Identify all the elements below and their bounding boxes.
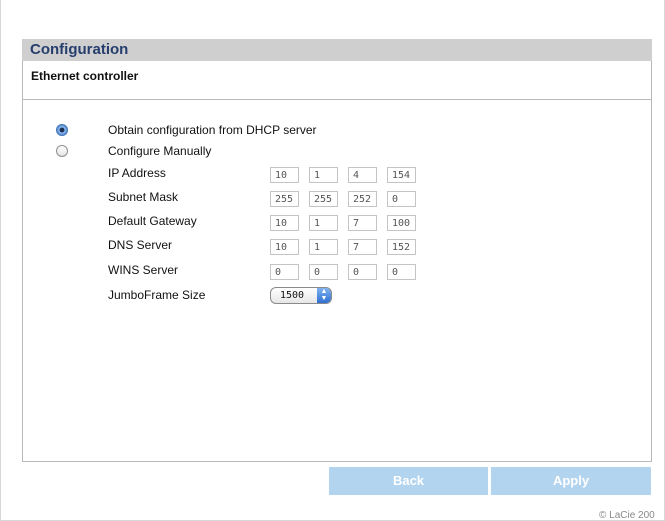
dns-server-octet-4[interactable]: 152 [387, 239, 416, 255]
ip-address-octet-2[interactable]: 1 [309, 167, 338, 183]
wins-server-octet-1[interactable]: 0 [270, 264, 299, 280]
subnet-mask-octet-1[interactable]: 255 [270, 191, 299, 207]
manual-radio[interactable] [56, 145, 68, 157]
dhcp-radio[interactable] [56, 124, 68, 136]
ip-address-label: IP Address [108, 166, 166, 180]
default-gateway-octet-4[interactable]: 100 [387, 215, 416, 231]
dhcp-label: Obtain configuration from DHCP server [108, 123, 317, 137]
subnet-mask-octet-2[interactable]: 255 [309, 191, 338, 207]
back-button[interactable]: Back [329, 467, 488, 495]
default-gateway-label: Default Gateway [108, 214, 197, 228]
ip-address-octet-4[interactable]: 154 [387, 167, 416, 183]
dns-server-octet-3[interactable]: 7 [348, 239, 377, 255]
dns-server-octet-2[interactable]: 1 [309, 239, 338, 255]
apply-button[interactable]: Apply [491, 467, 651, 495]
config-panel: Ethernet controller Obtain configuration… [22, 61, 652, 462]
subnet-mask-label: Subnet Mask [108, 190, 179, 204]
ip-address-octet-3[interactable]: 4 [348, 167, 377, 183]
ip-address-octet-1[interactable]: 10 [270, 167, 299, 183]
copyright: © LaCie 200 [599, 510, 655, 521]
updown-arrows-icon: ▲ ▼ [317, 288, 331, 303]
subnet-mask-octet-4[interactable]: 0 [387, 191, 416, 207]
wins-server-octet-2[interactable]: 0 [309, 264, 338, 280]
wins-server-octet-4[interactable]: 0 [387, 264, 416, 280]
header-bar: Configuration [22, 39, 652, 61]
jumboframe-size-select[interactable]: 1500 ▲ ▼ [270, 287, 332, 304]
default-gateway-octet-3[interactable]: 7 [348, 215, 377, 231]
wins-server-label: WINS Server [108, 263, 179, 277]
default-gateway-octet-2[interactable]: 1 [309, 215, 338, 231]
manual-label: Configure Manually [108, 144, 212, 158]
section-title: Ethernet controller [31, 69, 139, 83]
jumboframe-size-value: 1500 [280, 290, 305, 301]
jumboframe-label: JumboFrame Size [108, 288, 206, 302]
page-title: Configuration [30, 41, 129, 58]
section-divider [23, 99, 651, 100]
dns-server-label: DNS Server [108, 238, 173, 252]
dns-server-octet-1[interactable]: 10 [270, 239, 299, 255]
subnet-mask-octet-3[interactable]: 252 [348, 191, 377, 207]
wins-server-octet-3[interactable]: 0 [348, 264, 377, 280]
default-gateway-octet-1[interactable]: 10 [270, 215, 299, 231]
